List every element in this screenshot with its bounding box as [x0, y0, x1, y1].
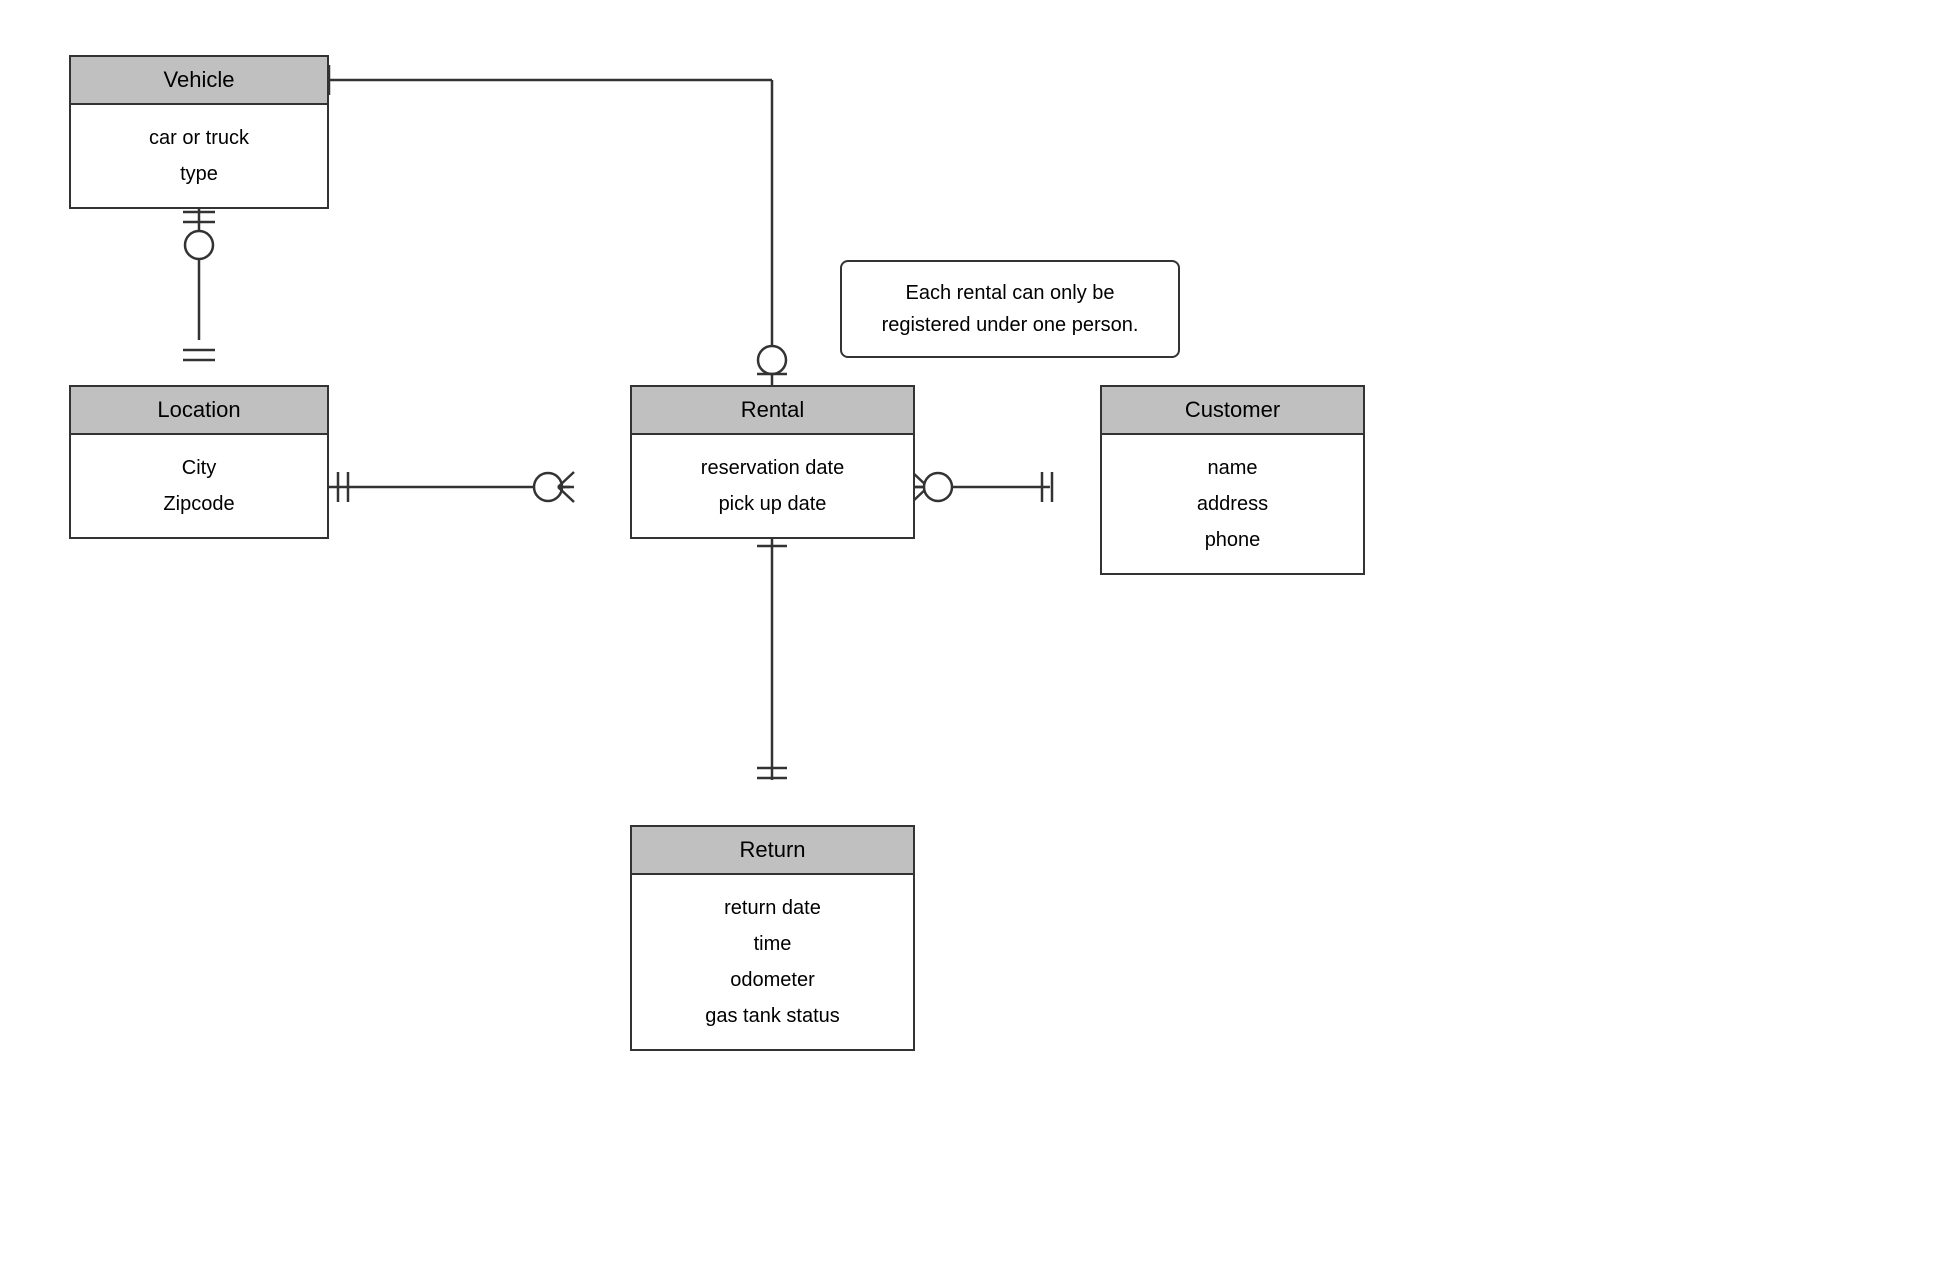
customer-header: Customer — [1102, 387, 1363, 435]
customer-attr-1: name — [1122, 450, 1343, 486]
location-entity: Location City Zipcode — [69, 385, 329, 539]
note-box: Each rental can only be registered under… — [840, 260, 1180, 358]
location-attr-1: City — [91, 450, 307, 486]
return-attr-1: return date — [652, 890, 893, 926]
rental-entity: Rental reservation date pick up date — [630, 385, 915, 539]
location-body: City Zipcode — [71, 435, 327, 537]
customer-attr-2: address — [1122, 486, 1343, 522]
note-text: Each rental can only be registered under… — [882, 282, 1139, 336]
vehicle-header: Vehicle — [71, 57, 327, 105]
customer-entity: Customer name address phone — [1100, 385, 1365, 575]
return-attr-3: odometer — [652, 962, 893, 998]
rental-attr-1: reservation date — [652, 450, 893, 486]
vehicle-attr-1: car or truck — [91, 120, 307, 156]
rental-body: reservation date pick up date — [632, 435, 913, 537]
vehicle-entity: Vehicle car or truck type — [69, 55, 329, 209]
return-attr-2: time — [652, 926, 893, 962]
return-entity: Return return date time odometer gas tan… — [630, 825, 915, 1051]
vehicle-attr-2: type — [91, 156, 307, 192]
rental-attr-2: pick up date — [652, 486, 893, 522]
vehicle-body: car or truck type — [71, 105, 327, 207]
return-attr-4: gas tank status — [652, 998, 893, 1034]
return-body: return date time odometer gas tank statu… — [632, 875, 913, 1049]
erd-diagram: Vehicle car or truck type Location City … — [0, 0, 1950, 1266]
customer-attr-3: phone — [1122, 522, 1343, 558]
return-header: Return — [632, 827, 913, 875]
location-attr-2: Zipcode — [91, 486, 307, 522]
location-header: Location — [71, 387, 327, 435]
rental-header: Rental — [632, 387, 913, 435]
customer-body: name address phone — [1102, 435, 1363, 573]
